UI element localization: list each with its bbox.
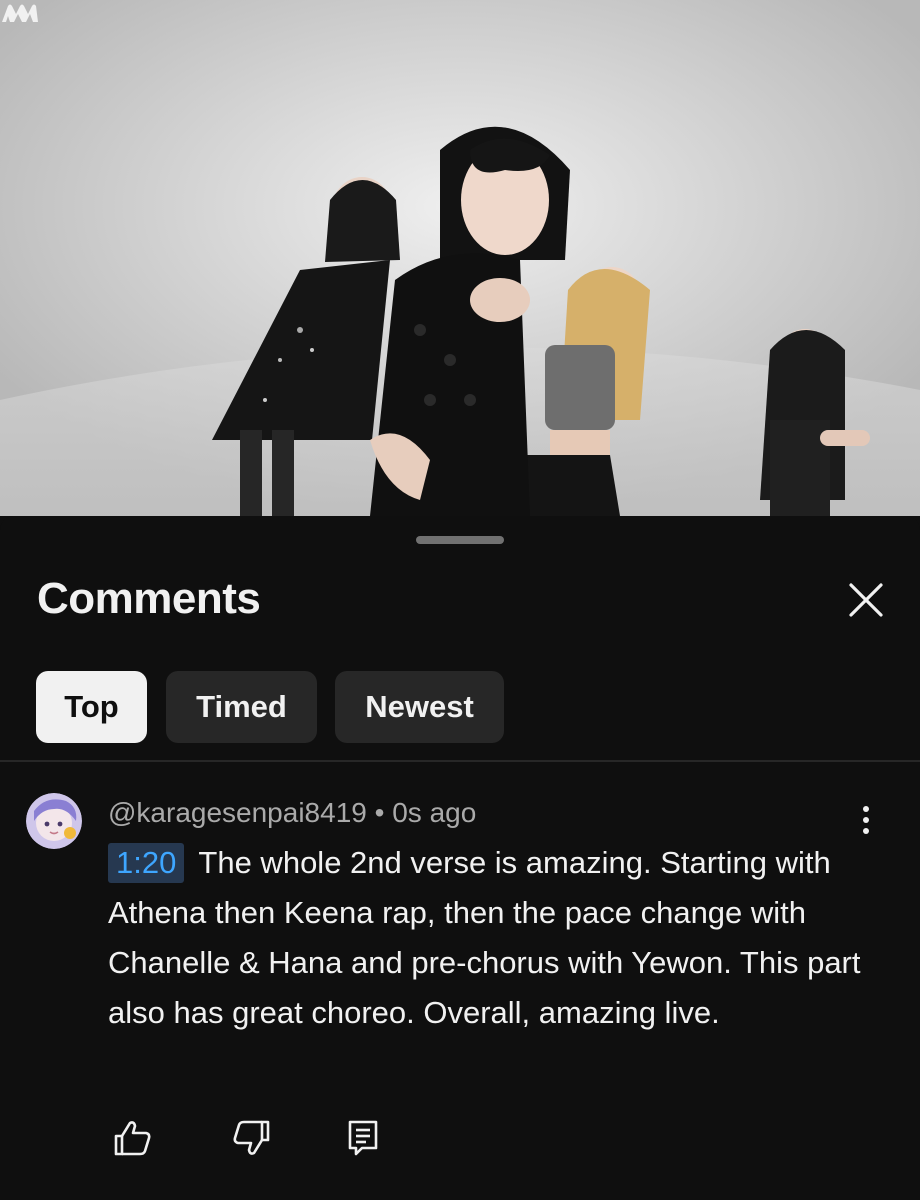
app-logo-icon[interactable] [0, 0, 40, 26]
reply-icon[interactable] [340, 1114, 388, 1162]
comment-author[interactable]: @karagesenpai8419 [108, 797, 367, 828]
comment-meta: @karagesenpai8419 • 0s ago [108, 797, 476, 829]
avatar[interactable] [26, 793, 82, 849]
meta-separator: • [366, 797, 393, 828]
like-icon[interactable] [108, 1114, 156, 1162]
close-icon[interactable] [842, 576, 890, 624]
dislike-icon[interactable] [228, 1114, 276, 1162]
timestamp-link[interactable]: 1:20 [108, 843, 185, 883]
tab-newest[interactable]: Newest [335, 671, 504, 743]
comments-sheet: Comments Top Timed Newest @karagesenpai8… [0, 516, 920, 1200]
comment-time: 0s ago [392, 797, 477, 828]
tab-timed[interactable]: Timed [166, 671, 317, 743]
video-frame [0, 0, 920, 516]
video-player[interactable] [0, 0, 920, 516]
divider [0, 760, 920, 762]
comment-text: 1:20 The whole 2nd verse is amazing. Sta… [108, 838, 868, 1038]
comment-text-content: The whole 2nd verse is amazing. Starting… [108, 845, 861, 1030]
tab-top[interactable]: Top [36, 671, 147, 743]
sheet-drag-handle[interactable] [416, 536, 504, 544]
sheet-title: Comments [37, 574, 261, 623]
more-vert-icon[interactable] [850, 802, 882, 838]
